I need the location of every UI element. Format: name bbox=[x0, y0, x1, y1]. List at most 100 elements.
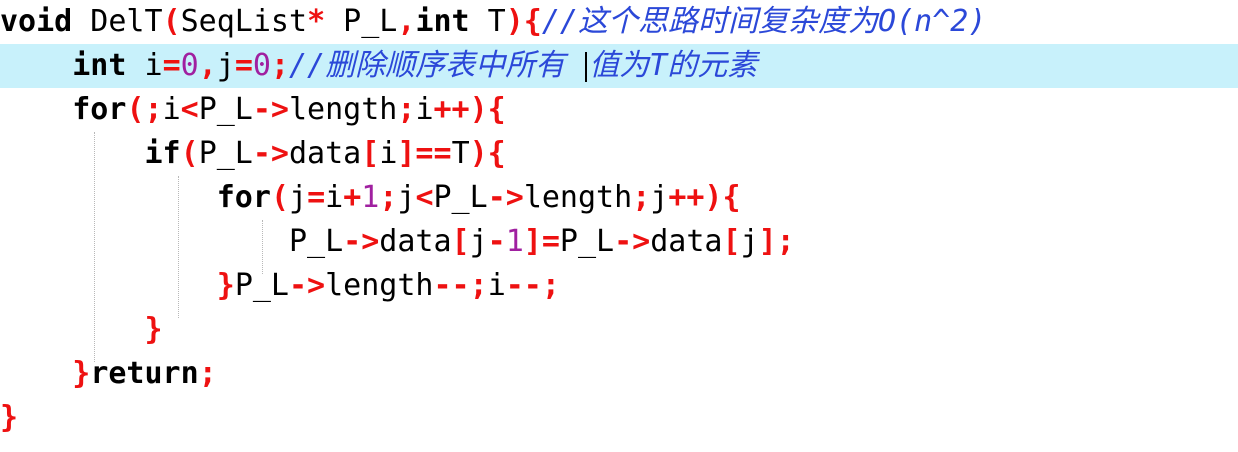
code-editor[interactable]: void DelT(SeqList* P_L,int T){//这个思路时间复杂… bbox=[0, 0, 1238, 452]
code-token: data bbox=[650, 224, 723, 259]
operator-token: } bbox=[0, 400, 19, 435]
operator-token: } bbox=[144, 312, 163, 347]
operator-token: [ bbox=[451, 224, 470, 259]
operator-token: = bbox=[234, 48, 253, 83]
code-line[interactable]: P_L->data[j-1]=P_L->data[j]; bbox=[0, 220, 1238, 264]
number-token: 0 bbox=[252, 48, 271, 83]
code-token: i bbox=[162, 92, 181, 127]
code-token: j bbox=[650, 180, 669, 215]
operator-token: ; bbox=[270, 48, 289, 83]
code-token: j bbox=[216, 48, 235, 83]
keyword-token: int bbox=[415, 4, 470, 39]
operator-token: -> bbox=[343, 224, 380, 259]
operator-token: ; bbox=[379, 180, 398, 215]
code-token: data bbox=[289, 136, 362, 171]
operator-token: ]= bbox=[523, 224, 560, 259]
code-line[interactable]: }return; bbox=[0, 352, 1238, 396]
operator-token: -> bbox=[289, 268, 326, 303]
operator-token: , bbox=[198, 48, 217, 83]
comment-token: //这个思路时间复杂度为O(n^2) bbox=[541, 4, 987, 39]
code-token: j bbox=[740, 224, 759, 259]
operator-token: --; bbox=[433, 268, 488, 303]
operator-token: = bbox=[162, 48, 181, 83]
operator-token: , bbox=[397, 4, 416, 39]
operator-token: ){ bbox=[505, 4, 542, 39]
code-token: DelT bbox=[72, 4, 163, 39]
code-token: data bbox=[379, 224, 452, 259]
code-line-current[interactable]: int i=0,j=0;//删除顺序表中所有 值为T的元素 bbox=[0, 44, 1238, 88]
number-token: 1 bbox=[361, 180, 380, 215]
operator-token: } bbox=[72, 356, 91, 391]
operator-token: -> bbox=[614, 224, 651, 259]
code-token: P_L bbox=[234, 268, 289, 303]
code-token: i bbox=[379, 136, 398, 171]
operator-token: = bbox=[307, 180, 326, 215]
operator-token: + bbox=[343, 180, 362, 215]
operator-token: ; bbox=[632, 180, 651, 215]
operator-token: ( bbox=[270, 180, 289, 215]
operator-token: ( bbox=[180, 136, 199, 171]
number-token: 1 bbox=[505, 224, 524, 259]
operator-token: (; bbox=[126, 92, 163, 127]
keyword-token: for bbox=[216, 180, 271, 215]
code-line[interactable]: for(j=i+1;j<P_L->length;j++){ bbox=[0, 176, 1238, 220]
comment-token: //删除顺序表中所有 bbox=[289, 48, 584, 83]
operator-token: < bbox=[415, 180, 434, 215]
code-token: P_L bbox=[288, 224, 344, 259]
operator-token: ++){ bbox=[433, 92, 506, 127]
code-line[interactable]: void DelT(SeqList* P_L,int T){//这个思路时间复杂… bbox=[0, 0, 1238, 44]
code-token: T bbox=[469, 4, 506, 39]
code-token: P_L bbox=[198, 136, 253, 171]
operator-token: - bbox=[487, 224, 506, 259]
operator-token: ]; bbox=[758, 224, 795, 259]
code-token: j bbox=[397, 180, 416, 215]
code-token: P_L bbox=[325, 4, 398, 39]
keyword-token: for bbox=[72, 92, 127, 127]
code-token: SeqList bbox=[180, 4, 308, 39]
operator-token: ; bbox=[397, 92, 416, 127]
code-line[interactable]: }P_L->length--;i--; bbox=[0, 264, 1238, 308]
operator-token: [ bbox=[722, 224, 741, 259]
code-token: T bbox=[451, 136, 470, 171]
code-token: P_L bbox=[198, 92, 253, 127]
code-line[interactable]: } bbox=[0, 308, 1238, 352]
operator-token: ){ bbox=[469, 136, 506, 171]
code-token: length bbox=[289, 92, 398, 127]
operator-token: ; bbox=[198, 356, 217, 391]
keyword-token: return bbox=[90, 356, 199, 391]
comment-token: 值为T的元素 bbox=[589, 48, 758, 83]
code-token: i bbox=[415, 92, 434, 127]
text-caret bbox=[585, 51, 588, 82]
keyword-token: void bbox=[0, 4, 73, 39]
number-token: 0 bbox=[180, 48, 199, 83]
operator-token: -> bbox=[487, 180, 524, 215]
operator-token: ]== bbox=[397, 136, 452, 171]
code-line[interactable]: for(;i<P_L->length;i++){ bbox=[0, 88, 1238, 132]
keyword-token: if bbox=[144, 136, 181, 171]
operator-token: } bbox=[216, 268, 235, 303]
operator-token: [ bbox=[361, 136, 380, 171]
code-token: i bbox=[487, 268, 506, 303]
operator-token: * bbox=[307, 4, 326, 39]
operator-token: --; bbox=[505, 268, 560, 303]
keyword-token: int bbox=[72, 48, 127, 83]
code-line[interactable]: if(P_L->data[i]==T){ bbox=[0, 132, 1238, 176]
code-token: length bbox=[325, 268, 434, 303]
operator-token: ( bbox=[162, 4, 181, 39]
code-token: length bbox=[523, 180, 633, 215]
code-token: i bbox=[126, 48, 163, 83]
operator-token: -> bbox=[252, 136, 289, 171]
code-token: j bbox=[289, 180, 308, 215]
code-token: P_L bbox=[433, 180, 488, 215]
operator-token: ++){ bbox=[668, 180, 741, 215]
code-token: j bbox=[469, 224, 488, 259]
code-line[interactable]: } bbox=[0, 396, 1238, 440]
